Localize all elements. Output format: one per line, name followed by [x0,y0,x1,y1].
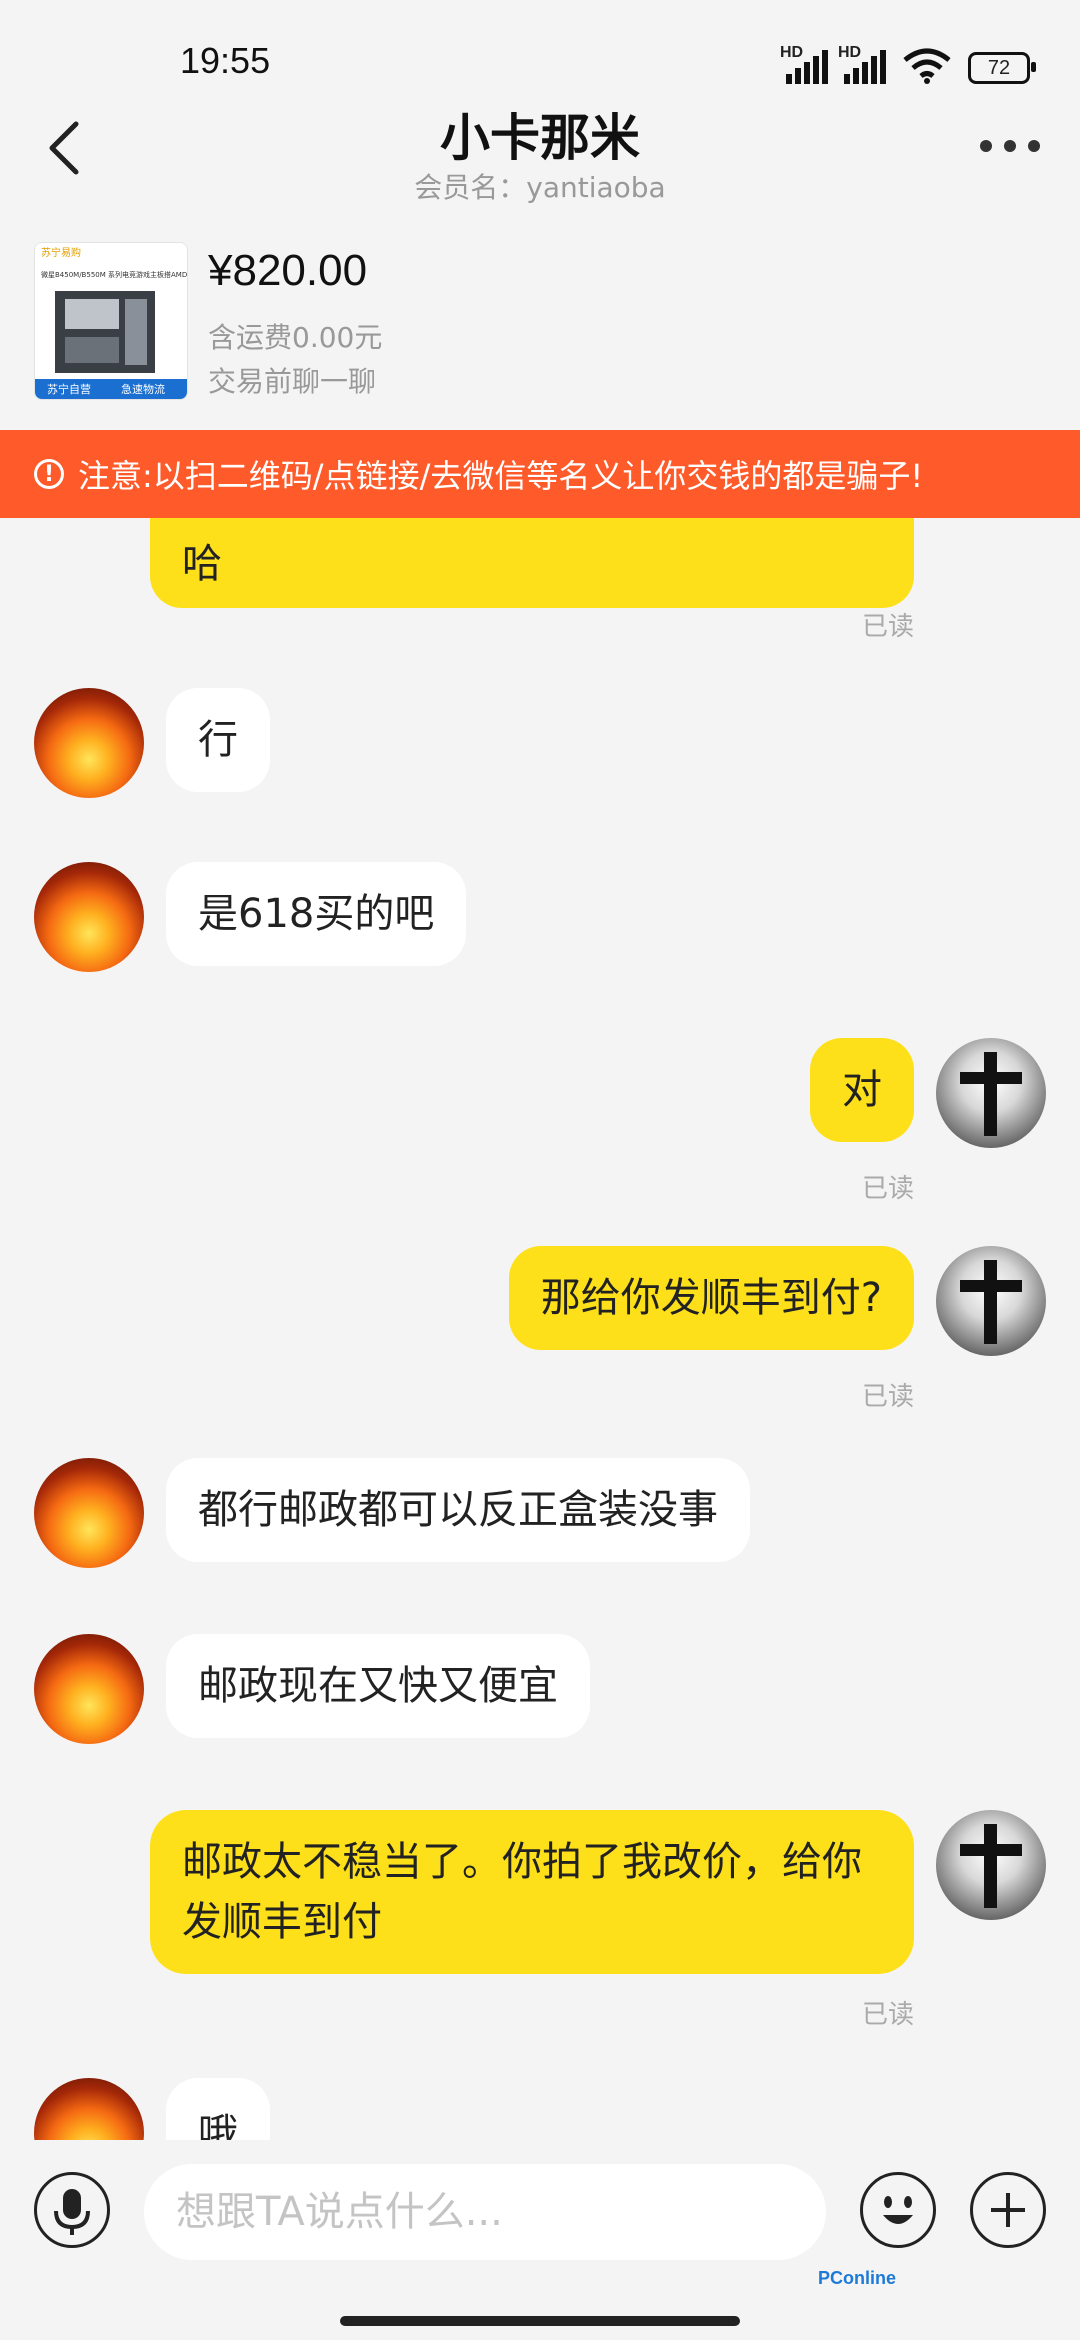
smiley-icon [883,2196,913,2224]
avatar-other[interactable] [34,1634,144,1744]
avatar-other[interactable] [34,2078,144,2140]
message-bubble-in[interactable]: 都行邮政都可以反正盒装没事 [166,1458,750,1562]
emoji-button[interactable] [860,2172,936,2248]
status-time: 19:55 [180,40,271,81]
read-receipt: 已读 [861,612,914,642]
avatar-self[interactable] [936,1038,1046,1148]
more-options-button[interactable] [980,140,1040,160]
avatar-other[interactable] [34,862,144,972]
read-receipt: 已读 [861,1382,914,1412]
message-bubble-in[interactable]: 是618买的吧 [166,862,467,966]
message-bubble-out[interactable]: 哈 [150,518,914,608]
cross-icon [960,1052,1022,1136]
message-bubble-out[interactable]: 对 [810,1038,914,1142]
signal-icon-1: HD [780,44,828,84]
chat-prompt: 交易前聊一聊 [208,365,377,398]
plus-icon [991,2193,1025,2227]
microphone-icon [54,2189,90,2235]
avatar-other[interactable] [34,688,144,798]
avatar-self[interactable] [936,1246,1046,1356]
message-bubble-in[interactable]: 邮政现在又快又便宜 [166,1634,590,1738]
message-bubble-out[interactable]: 邮政太不稳当了。你拍了我改价，给你发顺丰到付 [150,1810,914,1974]
status-icons: HD HD 72 [780,44,1036,84]
page-title: 小卡那米 [440,109,640,167]
product-price: ¥820.00 [208,246,368,295]
avatar-self[interactable] [936,1810,1046,1920]
product-thumbnail-icon: 苏宁易购 微星B450M/B550M 系列电竞游戏主板搭AMD锐龙R5 3600… [35,243,187,399]
wifi-icon [903,48,951,84]
message-input[interactable] [144,2164,826,2260]
message-bubble-in[interactable]: 行 [166,688,270,792]
hd-label-2: HD [838,44,862,61]
watermark-logo: PConline [818,2268,897,2288]
read-receipt: 已读 [861,1174,914,1204]
product-image[interactable]: 苏宁易购 微星B450M/B550M 系列电竞游戏主板搭AMD锐龙R5 3600… [34,242,188,400]
cross-icon [960,1824,1022,1908]
warning-text: 注意:以扫二维码/点链接/去微信等名义让你交钱的都是骗子! [78,457,924,495]
message-bubble-in[interactable]: 哦 [166,2078,270,2140]
avatar-other[interactable] [34,1458,144,1568]
signal-icon-2: HD [838,44,886,84]
home-indicator[interactable] [340,2316,740,2326]
alert-circle-icon: ! [34,459,64,489]
add-button[interactable] [970,2172,1046,2248]
shipping-fee: 含运费0.00元 [208,321,383,354]
message-bubble-out[interactable]: 那给你发顺丰到付? [508,1246,914,1350]
chat-area[interactable]: 哈 已读 行 是618买的吧 对 已读 那给你发顺丰到付? 已读 都行邮政都可以… [0,518,1080,2140]
hd-label-1: HD [780,44,804,61]
battery-level: 72 [987,56,1011,79]
battery-icon: 72 [968,52,1036,84]
product-banner-left: 苏宁易购 [41,246,81,259]
product-tag-right: 急速物流 [121,382,165,396]
fraud-warning-banner: ! 注意:以扫二维码/点链接/去微信等名义让你交钱的都是骗子! [0,430,1080,518]
read-receipt: 已读 [861,2000,914,2030]
cross-icon [960,1260,1022,1344]
member-name: 会员名：yantiaoba [414,171,666,204]
product-image-text: 微星B450M/B550M 系列电竞游戏主板搭AMD锐龙R5 3600/5600… [41,270,187,279]
product-tag-left: 苏宁自营 [47,382,91,396]
voice-button[interactable] [34,2172,110,2248]
more-dots-icon [980,140,992,152]
